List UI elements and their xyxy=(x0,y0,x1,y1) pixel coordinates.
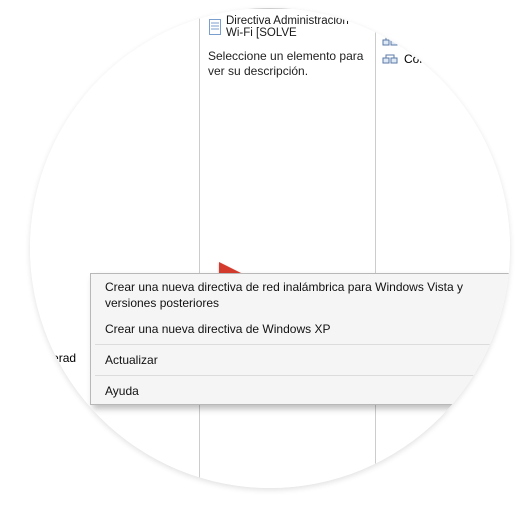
document-icon xyxy=(208,19,222,35)
list-row-2[interactable]: Configuración xyxy=(376,50,510,68)
mmc-window: EEE 802.3) uridad avanzada le listas de … xyxy=(30,8,510,488)
column-header-name[interactable]: Nombre xyxy=(376,9,510,32)
description-pane: Directiva Administracion Wi-Fi [SOLVE Se… xyxy=(200,8,375,488)
network-icon xyxy=(382,34,398,48)
description-text: Seleccione un elemento para ver su descr… xyxy=(208,49,367,79)
tree-item-security[interactable]: uridad avanzada xyxy=(30,226,199,244)
tree-item-ieee8023[interactable]: EEE 802.3) xyxy=(30,208,199,226)
list-row-1[interactable]: Configuració xyxy=(376,32,510,50)
list-pane: Nombre Configuració xyxy=(375,8,510,488)
menu-item-refresh[interactable]: Actualizar xyxy=(91,347,510,373)
tree-pane: EEE 802.3) uridad avanzada le listas de … xyxy=(30,8,200,488)
menu-separator xyxy=(95,375,510,376)
tree-item-netlist[interactable]: le listas de redes xyxy=(30,244,199,262)
menu-item-new-xp[interactable]: Crear una nueva directiva de Windows XP xyxy=(91,316,510,342)
menu-separator xyxy=(95,344,510,345)
circle-clip: EEE 802.3) uridad avanzada le listas de … xyxy=(30,8,510,488)
context-menu: Crear una nueva directiva de red inalámb… xyxy=(90,273,510,405)
description-title: Directiva Administracion Wi-Fi [SOLVE xyxy=(226,15,367,39)
network-icon xyxy=(382,52,398,66)
menu-item-help[interactable]: Ayuda xyxy=(91,378,510,404)
list-cell-name: Configuración xyxy=(404,52,478,66)
list-cell-name: Configuració xyxy=(404,34,471,48)
menu-item-new-vista[interactable]: Crear una nueva directiva de red inalámb… xyxy=(91,274,510,316)
